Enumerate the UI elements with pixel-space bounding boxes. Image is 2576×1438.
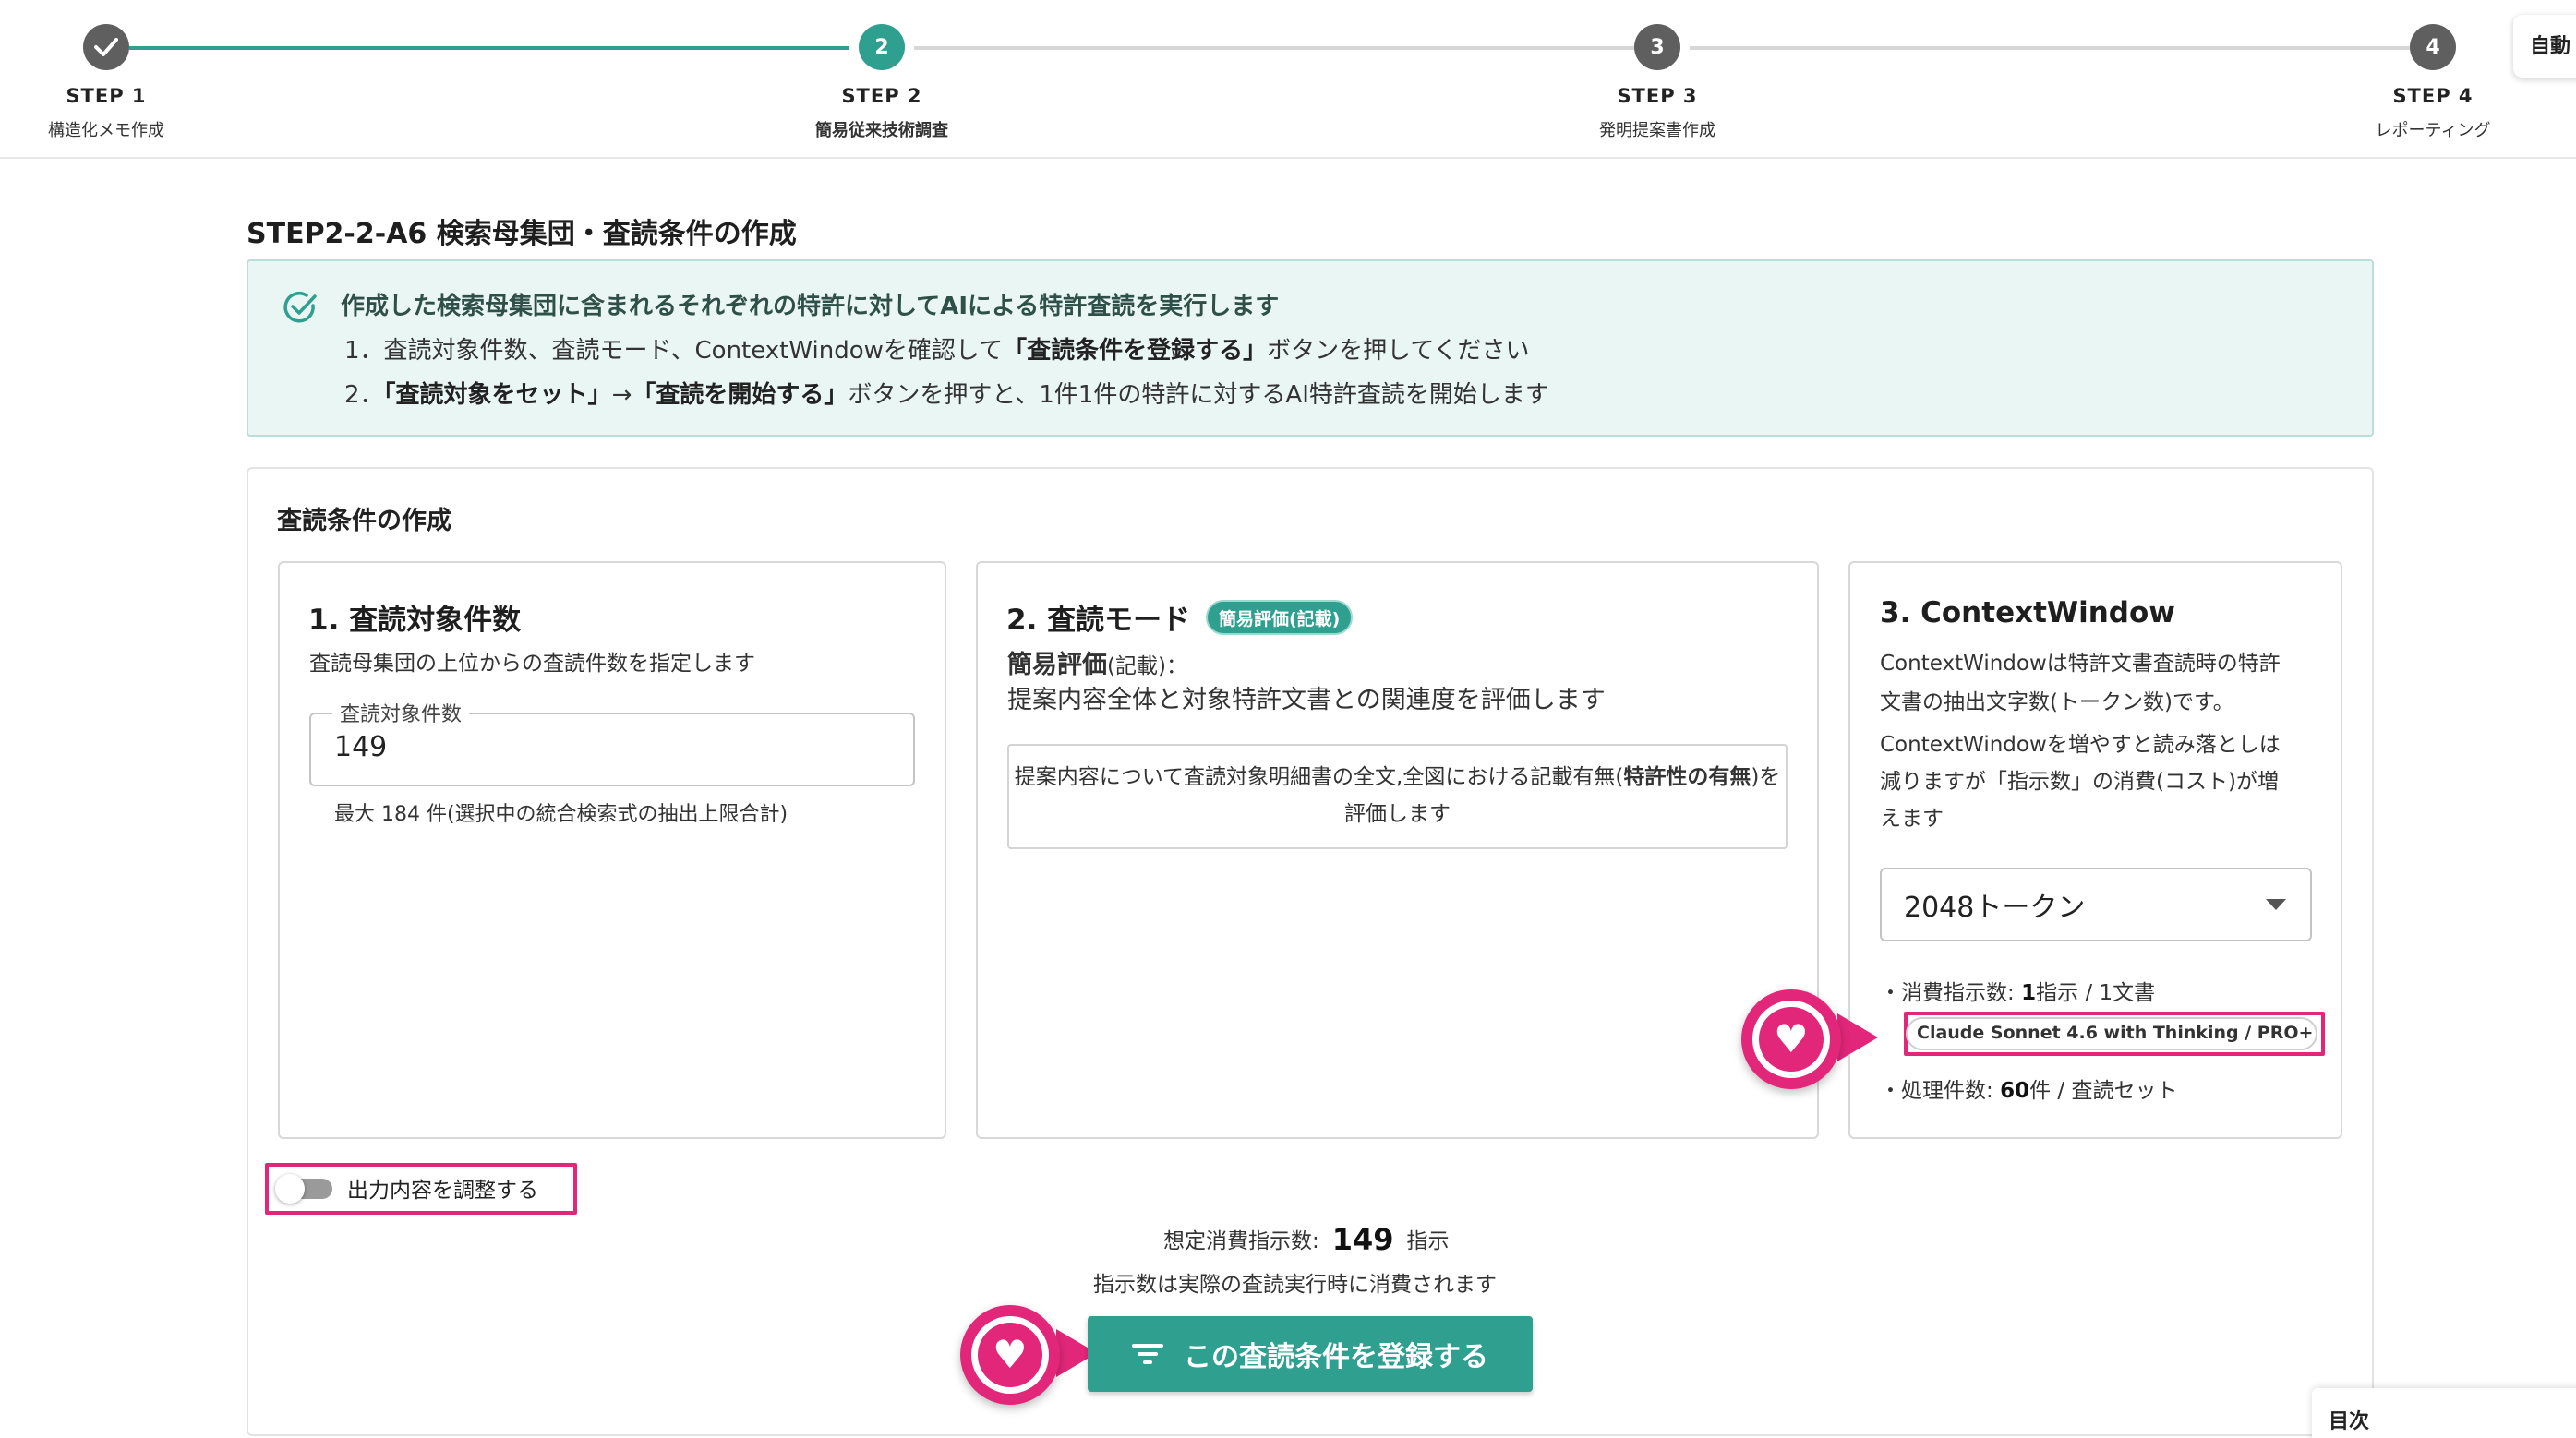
consumption-line: ・消費指示数: 1指示 / 1文書 <box>1880 981 2156 1005</box>
panel-2-title: 2. 査読モード <box>1006 604 1191 637</box>
context-desc-2b: 減りますが「指示数」の消費(コスト)が増 <box>1880 770 2279 794</box>
mode-badge: 簡易評価(記載) <box>1206 600 1354 635</box>
review-count-label: 査読対象件数 <box>332 698 470 727</box>
card-title: 査読条件の作成 <box>277 507 451 535</box>
step-4-subtitle: レポーティング <box>2375 121 2491 140</box>
consumption-note: 指示数は実際の査読実行時に消費されます <box>1093 1273 1497 1297</box>
check-circle-icon <box>283 292 317 323</box>
step-1-subtitle: 構造化メモ作成 <box>48 121 164 140</box>
model-chip[interactable]: Claude Sonnet 4.6 with Thinking / PRO+ /… <box>1906 1017 2317 1050</box>
page-title: STEP2-2-A6 検索母集団・査読条件の作成 <box>247 218 797 250</box>
step-connector-1-2 <box>129 46 849 50</box>
review-count-value[interactable]: 149 <box>334 731 387 763</box>
mode-name: 簡易評価(記載)： <box>1007 651 1187 679</box>
info-step-2: 2．「査読対象をセット」→「査読を開始する」ボタンを押すと、1件1件の特許に対す… <box>344 381 1549 409</box>
toggle-knob[interactable] <box>275 1174 305 1204</box>
step-3-title: STEP 3 <box>1617 85 1698 107</box>
info-headline: 作成した検索母集団に含まれるそれぞれの特許に対してAIによる特許査読を実行します <box>341 293 1280 320</box>
step-2-title: STEP 2 <box>841 85 922 107</box>
step-3-circle[interactable]: 3 <box>1634 24 1680 70</box>
context-desc-2a: ContextWindowを増やすと読み落としは <box>1880 733 2281 757</box>
marker-pointer <box>1837 1013 1878 1061</box>
context-desc-1b: 文書の抽出文字数(トークン数)です。 <box>1880 690 2234 714</box>
chevron-down-icon[interactable] <box>2266 899 2286 910</box>
mode-description: 提案内容全体と対象特許文書との関連度を評価します <box>1007 686 1606 714</box>
panel-3-title: 3. ContextWindow <box>1880 596 2175 629</box>
step-2-circle[interactable]: 2 <box>859 24 905 70</box>
review-count-help: 最大 184 件(選択中の統合検索式の抽出上限合計) <box>334 803 788 826</box>
step-3-subtitle: 発明提案書作成 <box>1599 121 1715 140</box>
filter-icon <box>1132 1342 1163 1366</box>
adjust-output-label[interactable]: 出力内容を調整する <box>347 1172 538 1204</box>
processing-count-line: ・処理件数: 60件 / 査読セット <box>1880 1079 2178 1103</box>
register-condition-button[interactable]: この査読条件を登録する <box>1088 1316 1533 1392</box>
panel-1-desc: 査読母集団の上位からの査読件数を指定します <box>309 652 755 676</box>
step-2-subtitle: 簡易従来技術調査 <box>815 121 948 140</box>
stepper: 2 3 4 STEP 1 構造化メモ作成 STEP 2 簡易従来技術調査 STE… <box>0 0 2576 159</box>
step-4-circle[interactable]: 4 <box>2410 24 2456 70</box>
auto-side-tab[interactable]: 自動 <box>2513 15 2576 78</box>
heart-marker-icon: ♥ <box>1741 989 1841 1089</box>
step-connector-2-3 <box>914 46 1634 50</box>
heart-marker-icon: ♥ <box>960 1305 1060 1405</box>
toc-tab[interactable]: 目次 <box>2312 1388 2576 1438</box>
step-1-check-icon[interactable] <box>83 24 129 70</box>
context-desc-1a: ContextWindowは特許文書査読時の特許 <box>1880 652 2281 676</box>
mode-detail-box: 提案内容について査読対象明細書の全文,全図における記載有無(特許性の有無)を評価… <box>1007 744 1788 849</box>
panel-1-title: 1. 査読対象件数 <box>308 604 522 637</box>
step-connector-3-4 <box>1690 46 2410 50</box>
estimated-consumption: 想定消費指示数: 149 指示 <box>1163 1222 1450 1257</box>
step-4-title: STEP 4 <box>2392 85 2474 107</box>
step-1-title: STEP 1 <box>66 85 147 107</box>
context-window-value[interactable]: 2048トークン <box>1904 884 2085 925</box>
info-step-1: 1．査読対象件数、査読モード、ContextWindowを確認して「査読条件を登… <box>344 337 1530 365</box>
info-box: 作成した検索母集団に含まれるそれぞれの特許に対してAIによる特許査読を実行します… <box>247 259 2374 437</box>
context-desc-2c: えます <box>1880 807 1944 831</box>
register-condition-label: この査読条件を登録する <box>1184 1341 1488 1373</box>
